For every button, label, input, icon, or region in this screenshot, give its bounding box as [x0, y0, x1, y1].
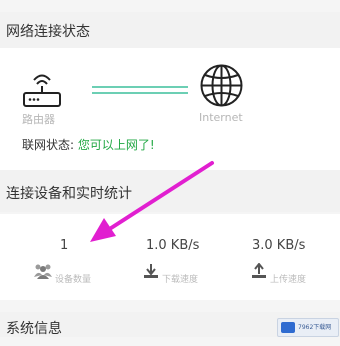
users-icon: [33, 263, 53, 283]
router-label: 路由器: [22, 113, 55, 126]
devices-stats-card[interactable]: 1 设备数量 1.0 KB/s 下载速度 3.0 KB/s 上传速度: [0, 214, 340, 300]
network-status-card: 路由器 Internet 联网状态: 您可以上网了!: [0, 48, 340, 170]
upload-speed-label: 上传速度: [270, 275, 307, 285]
internet-label: Internet: [199, 111, 243, 124]
status-prefix: 联网状态:: [22, 138, 78, 152]
router-icon: [22, 68, 62, 108]
download-icon: [143, 263, 159, 283]
connection-line: [92, 86, 188, 94]
upload-speed-value: 3.0 KB/s: [252, 238, 306, 253]
watermark-badge: 7962下载网: [277, 318, 339, 337]
download-speed-value: 1.0 KB/s: [146, 238, 200, 253]
connection-status: 联网状态: 您可以上网了!: [22, 136, 155, 153]
download-speed-label: 下载速度: [162, 275, 199, 285]
status-value: 您可以上网了!: [77, 138, 155, 152]
upload-icon: [251, 262, 267, 283]
network-status-title: 网络连接状态: [0, 12, 340, 48]
device-count-value: 1: [60, 238, 69, 253]
watermark-text: 7962下载网: [298, 324, 332, 331]
device-count-label: 设备数量: [55, 275, 92, 285]
globe-icon: [199, 63, 244, 108]
devices-stats-title: 连接设备和实时统计: [0, 170, 340, 212]
watermark-logo: [281, 322, 295, 333]
